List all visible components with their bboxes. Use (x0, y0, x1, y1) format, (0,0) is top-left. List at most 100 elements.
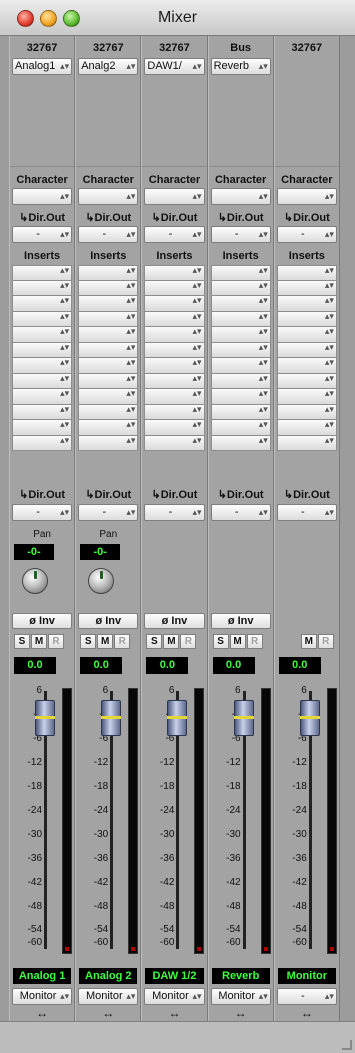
insert-slot[interactable]: ▴▾ (144, 280, 205, 296)
phase-invert-button[interactable]: ø Inv (12, 613, 73, 629)
channel-name-badge[interactable]: DAW 1/2 (145, 968, 204, 984)
rec-button[interactable]: R (114, 634, 131, 649)
insert-slot[interactable]: ▴▾ (12, 388, 73, 405)
insert-slot[interactable]: ▴▾ (276, 311, 337, 327)
insert-slot[interactable]: ▴▾ (276, 326, 337, 343)
pan-knob-icon[interactable] (22, 568, 48, 594)
channel-name-badge[interactable]: Analog 1 (13, 968, 72, 984)
solo-button[interactable]: S (212, 634, 229, 649)
insert-slot[interactable]: ▴▾ (210, 265, 271, 281)
channel-name-badge[interactable]: Reverb (211, 968, 270, 984)
solo-button[interactable]: S (80, 634, 97, 649)
double-arrow-icon[interactable]: ↔ (10, 1006, 74, 1020)
insert-slot[interactable]: ▴▾ (78, 265, 139, 281)
fader-handle[interactable] (101, 700, 122, 736)
character-select[interactable]: ▴▾ (12, 188, 73, 205)
insert-slot[interactable]: ▴▾ (144, 388, 205, 405)
character-select[interactable]: ▴▾ (78, 188, 139, 205)
insert-slot[interactable]: ▴▾ (210, 326, 271, 343)
double-arrow-icon[interactable]: ↔ (275, 1006, 339, 1020)
insert-slot[interactable]: ▴▾ (144, 326, 205, 343)
rec-button[interactable]: R (180, 634, 197, 649)
dir-out-select[interactable]: - ▴▾ (12, 226, 73, 243)
input-select[interactable]: Analog1 ▴▾ (12, 58, 73, 75)
fader-handle[interactable] (35, 700, 55, 736)
insert-slot[interactable]: ▴▾ (144, 404, 205, 420)
insert-slot[interactable]: ▴▾ (144, 419, 205, 436)
channel-name-badge[interactable]: Monitor (277, 968, 336, 984)
insert-slot[interactable]: ▴▾ (144, 373, 205, 389)
dir-out-select[interactable]: - ▴▾ (276, 504, 337, 521)
rec-button[interactable]: R (48, 634, 64, 649)
insert-slot[interactable]: ▴▾ (210, 342, 271, 358)
insert-slot[interactable]: ▴▾ (12, 311, 73, 327)
insert-slot[interactable]: ▴▾ (78, 419, 139, 436)
insert-slot[interactable]: ▴▾ (276, 435, 337, 451)
dir-out-select[interactable]: - ▴▾ (210, 504, 271, 521)
output-select[interactable]: Monitor ▴▾ (144, 988, 205, 1005)
insert-slot[interactable]: ▴▾ (78, 342, 139, 358)
output-select[interactable]: Monitor ▴▾ (78, 988, 139, 1005)
resize-handle-icon[interactable] (342, 1040, 352, 1050)
dir-out-select[interactable]: - ▴▾ (78, 504, 139, 521)
insert-slot[interactable]: ▴▾ (78, 280, 139, 296)
dir-out-select[interactable]: - ▴▾ (12, 504, 73, 521)
solo-button[interactable]: S (14, 634, 30, 649)
phase-invert-button[interactable]: ø Inv (144, 613, 205, 629)
insert-slot[interactable]: ▴▾ (276, 357, 337, 374)
insert-slot[interactable]: ▴▾ (276, 373, 337, 389)
insert-slot[interactable]: ▴▾ (276, 404, 337, 420)
output-select[interactable]: Monitor ▴▾ (12, 988, 73, 1005)
mute-button[interactable]: M (163, 634, 180, 649)
mute-button[interactable]: M (229, 634, 246, 649)
rec-button[interactable]: R (246, 634, 263, 649)
insert-slot[interactable]: ▴▾ (210, 388, 271, 405)
fader-handle[interactable] (167, 700, 188, 736)
insert-slot[interactable]: ▴▾ (210, 404, 271, 420)
insert-slot[interactable]: ▴▾ (12, 357, 73, 374)
character-select[interactable]: ▴▾ (276, 188, 337, 205)
insert-slot[interactable]: ▴▾ (276, 342, 337, 358)
insert-slot[interactable]: ▴▾ (12, 295, 73, 312)
insert-slot[interactable]: ▴▾ (78, 373, 139, 389)
insert-slot[interactable]: ▴▾ (210, 435, 271, 451)
insert-slot[interactable]: ▴▾ (78, 388, 139, 405)
dir-out-select[interactable]: - ▴▾ (210, 226, 271, 243)
insert-slot[interactable]: ▴▾ (276, 265, 337, 281)
mute-button[interactable]: M (97, 634, 114, 649)
insert-slot[interactable]: ▴▾ (78, 357, 139, 374)
insert-slot[interactable]: ▴▾ (276, 419, 337, 436)
insert-slot[interactable]: ▴▾ (144, 342, 205, 358)
insert-slot[interactable]: ▴▾ (144, 265, 205, 281)
insert-slot[interactable]: ▴▾ (210, 357, 271, 374)
input-select[interactable]: Reverb ▴▾ (210, 58, 271, 75)
mute-button[interactable]: M (300, 634, 317, 649)
dir-out-select[interactable]: - ▴▾ (144, 226, 205, 243)
insert-slot[interactable]: ▴▾ (78, 435, 139, 451)
character-select[interactable]: ▴▾ (210, 188, 271, 205)
insert-slot[interactable]: ▴▾ (78, 404, 139, 420)
insert-slot[interactable]: ▴▾ (210, 373, 271, 389)
fader-handle[interactable] (299, 700, 320, 736)
insert-slot[interactable]: ▴▾ (78, 326, 139, 343)
mute-button[interactable]: M (31, 634, 47, 649)
insert-slot[interactable]: ▴▾ (210, 419, 271, 436)
insert-slot[interactable]: ▴▾ (144, 295, 205, 312)
insert-slot[interactable]: ▴▾ (276, 388, 337, 405)
insert-slot[interactable]: ▴▾ (78, 295, 139, 312)
insert-slot[interactable]: ▴▾ (144, 435, 205, 451)
dir-out-select[interactable]: - ▴▾ (276, 226, 337, 243)
insert-slot[interactable]: ▴▾ (144, 357, 205, 374)
double-arrow-icon[interactable]: ↔ (142, 1006, 206, 1020)
character-select[interactable]: ▴▾ (144, 188, 205, 205)
pan-knob-icon[interactable] (88, 568, 115, 594)
insert-slot[interactable]: ▴▾ (12, 404, 73, 420)
phase-invert-button[interactable]: ø Inv (78, 613, 139, 629)
insert-slot[interactable]: ▴▾ (12, 280, 73, 296)
input-select[interactable]: DAW1/ ▴▾ (144, 58, 205, 75)
output-select[interactable]: - ▴▾ (276, 988, 337, 1005)
insert-slot[interactable]: ▴▾ (210, 311, 271, 327)
dir-out-select[interactable]: - ▴▾ (144, 504, 205, 521)
insert-slot[interactable]: ▴▾ (144, 311, 205, 327)
insert-slot[interactable]: ▴▾ (276, 280, 337, 296)
